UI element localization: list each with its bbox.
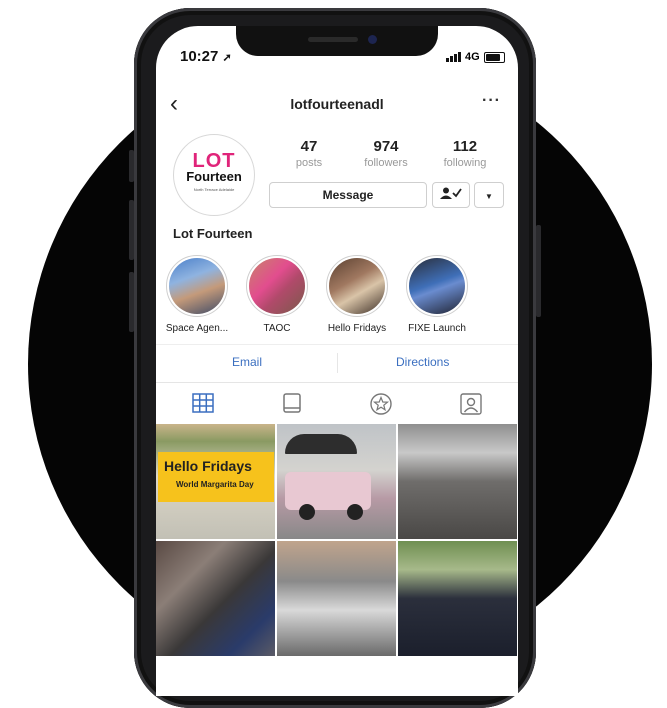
- umbrella-shape: [285, 434, 357, 454]
- highlight-ring: [406, 255, 468, 317]
- profile-display-name: Lot Fourteen: [173, 226, 253, 241]
- status-time-text: 10:27: [180, 48, 219, 65]
- posts-label: posts: [295, 157, 323, 169]
- profile-navbar: ‹ lotfourteenadl ···: [156, 84, 518, 128]
- logo-tagline: North Terrace Adelaide: [193, 187, 235, 192]
- post-banner: Hello Fridays World Margarita Day: [158, 452, 274, 502]
- highlight-caption: Hello Fridays: [327, 323, 387, 334]
- logo-lot-text: LOT: [192, 150, 236, 172]
- more-options-icon[interactable]: ···: [482, 92, 501, 110]
- wheel-shape: [347, 504, 363, 520]
- post-tile[interactable]: [398, 424, 517, 539]
- message-button[interactable]: Message: [269, 182, 427, 208]
- logo-fourteen-text: Fourteen: [186, 169, 242, 184]
- speaker: [308, 37, 358, 42]
- stat-posts[interactable]: 47 posts: [274, 138, 344, 169]
- contact-actions: Email Directions: [156, 344, 518, 381]
- phone-screen: 10:27 ➚ 4G ‹ lotfourteenadl ··· LOT Four…: [156, 26, 518, 696]
- highlight-space-agency[interactable]: Space Agen...: [158, 255, 236, 334]
- post-tile[interactable]: Hello Fridays World Margarita Day: [156, 424, 275, 539]
- signal-icon: [446, 52, 461, 62]
- highlight-taoc[interactable]: TAOC: [238, 255, 316, 334]
- profile-tabs: [156, 382, 518, 423]
- phone-volume-down: [129, 272, 134, 332]
- following-count: 112: [452, 138, 478, 155]
- post-tile[interactable]: [398, 541, 517, 656]
- highlight-fixe-launch[interactable]: FIXE Launch: [398, 255, 476, 334]
- highlight-cover: [249, 258, 305, 314]
- following-label: following: [443, 157, 487, 169]
- phone-volume-up: [129, 200, 134, 260]
- highlight-cover: [169, 258, 225, 314]
- post-tile[interactable]: [156, 541, 275, 656]
- stat-followers[interactable]: 974 followers: [351, 138, 421, 169]
- status-indicators: 4G: [446, 51, 505, 63]
- profile-avatar[interactable]: LOT Fourteen North Terrace Adelaide: [173, 134, 255, 216]
- person-check-icon: [440, 187, 462, 202]
- followers-count: 974: [373, 138, 399, 155]
- stat-following[interactable]: 112 following: [430, 138, 500, 169]
- highlight-cover: [409, 258, 465, 314]
- followers-label: followers: [364, 157, 408, 169]
- network-label: 4G: [465, 51, 480, 63]
- posts-count: 47: [300, 138, 318, 155]
- star-tab-icon[interactable]: [370, 393, 392, 420]
- grid-view-icon[interactable]: [192, 393, 214, 418]
- camera: [368, 35, 377, 44]
- following-status-button[interactable]: [432, 182, 470, 208]
- igtv-tab-icon[interactable]: [282, 393, 302, 418]
- contact-divider: [337, 353, 338, 373]
- phone-power-button: [536, 225, 541, 317]
- profile-username: lotfourteenadl: [290, 96, 384, 112]
- highlight-ring: [166, 255, 228, 317]
- status-time: 10:27 ➚: [180, 48, 232, 65]
- notch: [236, 26, 438, 56]
- phone-side-button: [129, 150, 134, 182]
- chevron-down-icon: ▼: [485, 192, 493, 201]
- post-tile[interactable]: [277, 424, 396, 539]
- highlight-ring: [326, 255, 388, 317]
- highlight-caption: Space Agen...: [165, 323, 229, 334]
- tagged-tab-icon[interactable]: [460, 393, 482, 420]
- battery-icon: [483, 51, 505, 63]
- post-title: Hello Fridays: [164, 458, 252, 474]
- highlight-caption: TAOC: [263, 323, 291, 334]
- highlight-ring: [246, 255, 308, 317]
- post-tile[interactable]: [277, 541, 396, 656]
- highlight-caption: FIXE Launch: [408, 323, 466, 334]
- email-link[interactable]: Email: [232, 355, 262, 369]
- highlight-hello-fridays[interactable]: Hello Fridays: [318, 255, 396, 334]
- directions-link[interactable]: Directions: [396, 355, 449, 369]
- suggestions-dropdown-button[interactable]: ▼: [474, 182, 504, 208]
- location-arrow-icon: ➚: [222, 52, 232, 64]
- wheel-shape: [299, 504, 315, 520]
- highlight-cover: [329, 258, 385, 314]
- post-subtitle: World Margarita Day: [176, 480, 254, 489]
